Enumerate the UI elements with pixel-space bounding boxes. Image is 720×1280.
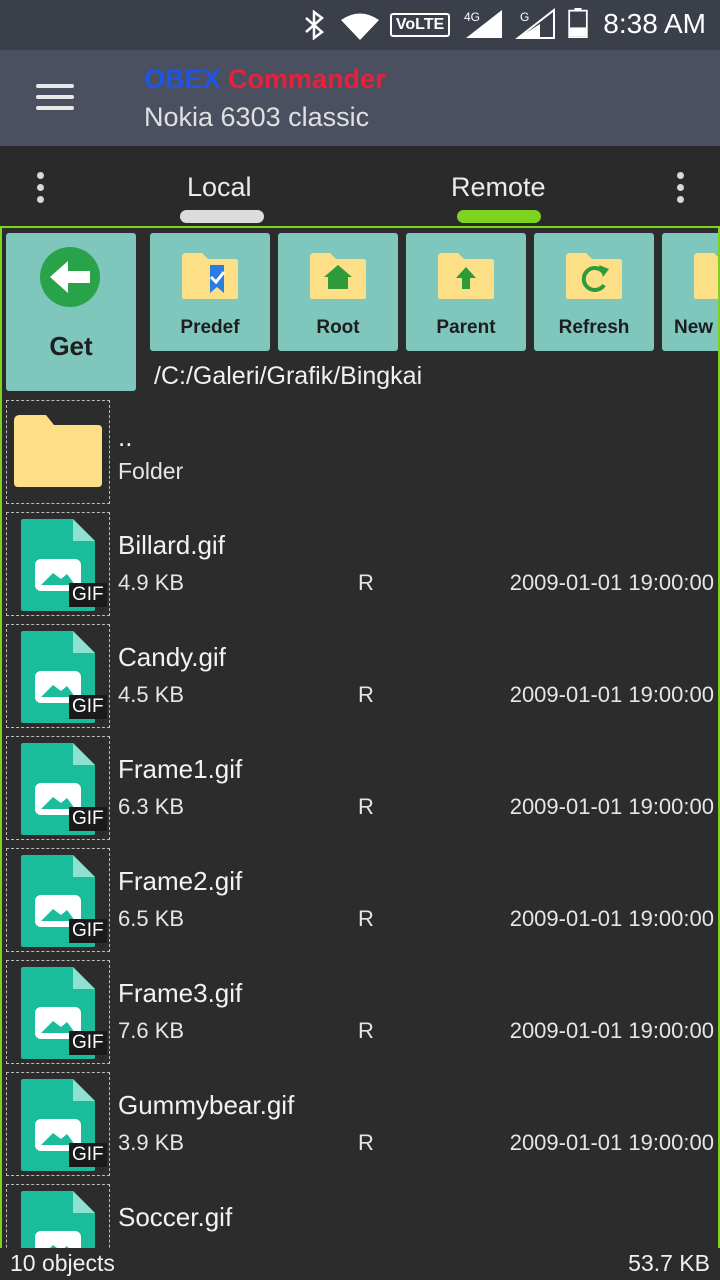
gif-badge: GIF <box>69 1031 107 1055</box>
file-attribute: R <box>358 1130 374 1155</box>
file-size: 4.5 KB <box>118 682 185 707</box>
list-item-file[interactable]: GIF Frame2.gif 6.5 KB R 2009-01-01 19:00:00 <box>2 846 718 956</box>
get-button[interactable]: Get <box>6 233 136 391</box>
file-thumbnail: GIF <box>6 848 110 952</box>
file-name: Candy.gif <box>118 642 226 672</box>
signal-4g-icon: 4G <box>462 8 504 40</box>
file-date: 2009-01-01 19:00:00 <box>509 906 714 931</box>
file-thumbnail: GIF <box>6 624 110 728</box>
file-date: 2009-01-01 19:00:00 <box>509 1018 714 1043</box>
file-name: Soccer.gif <box>118 1202 233 1232</box>
file-name: Gummybear.gif <box>118 1090 295 1120</box>
file-size: 6.3 KB <box>118 794 185 819</box>
new-label: New <box>674 317 714 338</box>
volte-icon: VoLTE <box>390 13 450 37</box>
refresh-folder-icon <box>566 253 622 299</box>
predef-button[interactable]: Predef <box>150 233 270 351</box>
object-count: 10 objects <box>10 1250 115 1276</box>
parent-entry-type: Folder <box>118 458 184 484</box>
list-item-file[interactable]: Soccer.gif <box>2 1182 718 1248</box>
file-name: Frame1.gif <box>118 754 243 784</box>
file-thumbnail: GIF <box>6 960 110 1064</box>
refresh-button[interactable]: Refresh <box>534 233 654 351</box>
tab-bar: Local Remote <box>0 146 720 226</box>
file-attribute: R <box>358 906 374 931</box>
file-attribute: R <box>358 794 374 819</box>
file-thumbnail: GIF <box>6 1072 110 1176</box>
up-folder-icon <box>438 253 494 299</box>
file-name: Billard.gif <box>118 530 225 560</box>
gif-badge: GIF <box>69 695 107 719</box>
new-button[interactable]: New <box>662 233 718 351</box>
home-folder-icon <box>310 253 366 299</box>
list-item-file[interactable]: GIF Candy.gif 4.5 KB R 2009-01-01 19:00:00 <box>2 622 718 732</box>
root-label: Root <box>316 317 360 338</box>
wifi-icon <box>341 13 379 40</box>
list-item-file[interactable]: GIF Billard.gif 4.9 KB R 2009-01-01 19:00:00 <box>2 510 718 620</box>
file-date: 2009-01-01 19:00:00 <box>509 570 714 595</box>
tab-local[interactable]: Local <box>187 172 252 203</box>
app-title-commander: Commander <box>228 64 386 94</box>
bluetooth-icon <box>305 10 324 40</box>
app-title-obex: OBEX <box>144 64 221 94</box>
folder-icon <box>14 415 102 487</box>
refresh-label: Refresh <box>558 317 630 338</box>
app-title: OBEX Commander <box>144 64 386 95</box>
total-size: 53.7 KB <box>628 1250 710 1276</box>
file-size: 4.9 KB <box>118 570 185 595</box>
status-footer: 10 objects 53.7 KB <box>0 1248 720 1280</box>
file-attribute: R <box>358 570 374 595</box>
list-item-file[interactable]: GIF Frame3.gif 7.6 KB R 2009-01-01 19:00:00 <box>2 958 718 1068</box>
gif-badge: GIF <box>69 1143 107 1167</box>
file-thumbnail: GIF <box>6 736 110 840</box>
file-size: 3.9 KB <box>118 1130 185 1155</box>
local-options-kebab-icon[interactable] <box>33 170 47 206</box>
tab-remote[interactable]: Remote <box>451 172 546 203</box>
get-button-label: Get <box>49 331 93 361</box>
remote-pane: Get Predef Root Parent Refresh New /C:/G… <box>0 226 720 1248</box>
bookmark-folder-icon <box>182 253 238 299</box>
gif-badge: GIF <box>69 807 107 831</box>
file-size: 7.6 KB <box>118 1018 185 1043</box>
remote-options-kebab-icon[interactable] <box>673 170 687 206</box>
gif-badge: GIF <box>69 919 107 943</box>
current-path: /C:/Galeri/Grafik/Bingkai <box>154 362 423 390</box>
file-name: Frame2.gif <box>118 866 243 896</box>
signal-g-icon: G <box>514 8 556 40</box>
file-thumbnail: GIF <box>6 512 110 616</box>
status-time: 8:38 AM <box>603 8 706 39</box>
file-name: Frame3.gif <box>118 978 243 1008</box>
tab-local-indicator <box>180 210 264 223</box>
file-date: 2009-01-01 19:00:00 <box>509 682 714 707</box>
tab-remote-indicator <box>457 210 541 223</box>
file-thumbnail <box>6 1184 110 1248</box>
hamburger-menu-icon[interactable] <box>36 80 76 114</box>
file-size: 6.5 KB <box>118 906 185 931</box>
list-item-file[interactable]: GIF Gummybear.gif 3.9 KB R 2009-01-01 19:00:… <box>2 1070 718 1180</box>
file-date: 2009-01-01 19:00:00 <box>509 1130 714 1155</box>
parent-entry-name: .. <box>118 422 133 452</box>
arrow-left-icon <box>40 247 100 307</box>
volte-label: VoLTE <box>395 16 445 33</box>
app-bar: OBEX Commander Nokia 6303 classic <box>0 50 720 146</box>
root-button[interactable]: Root <box>278 233 398 351</box>
battery-icon <box>568 8 588 38</box>
status-bar: VoLTE 4G G 8:38 AM <box>0 0 720 50</box>
app-screen: VoLTE 4G G 8:38 AM OBEX Commander Nokia … <box>0 0 720 1280</box>
new-folder-icon <box>694 253 718 299</box>
image-file-icon <box>21 1191 95 1248</box>
file-attribute: R <box>358 682 374 707</box>
parent-label: Parent <box>436 317 496 338</box>
file-attribute: R <box>358 1018 374 1043</box>
list-item-file[interactable]: GIF Frame1.gif 6.3 KB R 2009-01-01 19:00:00 <box>2 734 718 844</box>
file-date: 2009-01-01 19:00:00 <box>509 794 714 819</box>
gif-badge: GIF <box>69 583 107 607</box>
device-name: Nokia 6303 classic <box>144 102 370 132</box>
folder-thumbnail <box>6 400 110 504</box>
predef-label: Predef <box>180 317 240 338</box>
parent-button[interactable]: Parent <box>406 233 526 351</box>
list-item-parent-folder[interactable]: .. Folder <box>2 398 718 508</box>
